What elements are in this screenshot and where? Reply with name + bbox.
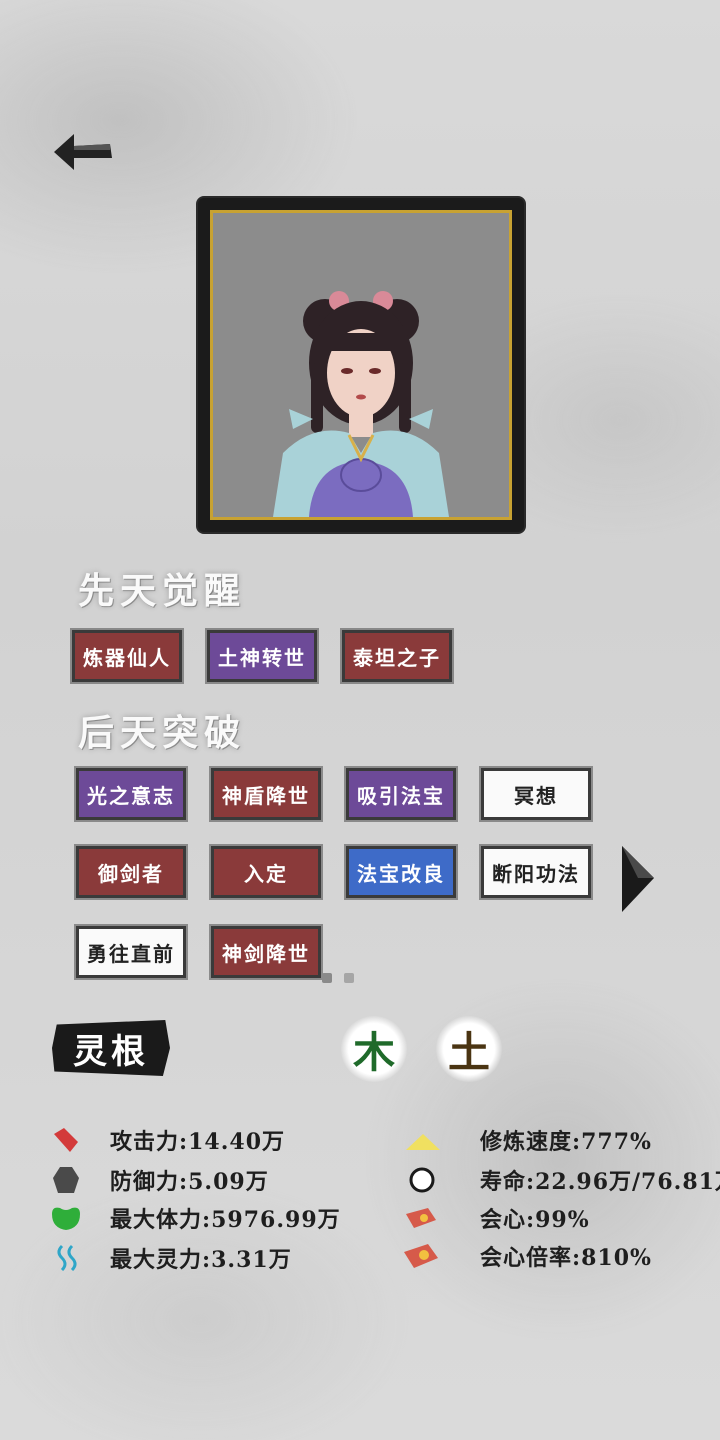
spirit-root-label: 灵根 xyxy=(52,1020,170,1076)
acquired-trait-button[interactable]: 吸引法宝 xyxy=(344,766,458,822)
next-arrow-icon xyxy=(622,846,654,912)
back-button[interactable] xyxy=(52,128,116,176)
acquired-trait-button[interactable]: 入定 xyxy=(209,844,323,900)
character-portrait-frame xyxy=(198,198,524,532)
acquired-trait-button[interactable]: 光之意志 xyxy=(74,766,188,822)
innate-awakening-title: 先天觉醒 xyxy=(78,570,247,612)
innate-trait-button[interactable]: 炼器仙人 xyxy=(70,628,184,684)
cultivation-speed-stat: 修炼速度:777% xyxy=(480,1129,652,1155)
page-indicator-dot-1 xyxy=(322,973,332,983)
acquired-trait-button[interactable]: 勇往直前 xyxy=(74,924,188,980)
acquired-trait-button[interactable]: 御剑者 xyxy=(74,844,188,900)
max-hp-icon xyxy=(50,1204,82,1232)
character-portrait xyxy=(210,210,512,520)
crit-multiplier-icon xyxy=(402,1240,440,1268)
acquired-trait-button[interactable]: 神盾降世 xyxy=(209,766,323,822)
acquired-trait-button[interactable]: 神剑降世 xyxy=(209,924,323,980)
crit-stat: 会心:99% xyxy=(480,1207,590,1233)
max-spirit-stat: 最大灵力:3.31万 xyxy=(110,1247,292,1273)
lifespan-icon xyxy=(408,1166,436,1194)
acquired-breakthrough-title: 后天突破 xyxy=(78,712,247,754)
page-indicator-dot-2 xyxy=(344,973,354,983)
element-wood-char: 木 xyxy=(352,1027,395,1077)
attack-icon xyxy=(52,1126,80,1154)
back-arrow-icon xyxy=(54,134,112,170)
max-hp-stat: 最大体力:5976.99万 xyxy=(110,1207,341,1233)
innate-trait-button[interactable]: 土神转世 xyxy=(205,628,319,684)
crit-multiplier-stat: 会心倍率:810% xyxy=(480,1245,652,1271)
crit-icon xyxy=(404,1204,438,1232)
acquired-trait-button[interactable]: 冥想 xyxy=(479,766,593,822)
max-spirit-icon xyxy=(54,1244,82,1272)
acquired-trait-button[interactable]: 法宝改良 xyxy=(344,844,458,900)
element-earth-char: 土 xyxy=(447,1027,490,1077)
acquired-trait-button[interactable]: 断阳功法 xyxy=(479,844,593,900)
defense-icon xyxy=(52,1166,80,1194)
next-page-button[interactable] xyxy=(618,844,658,914)
defense-stat: 防御力:5.09万 xyxy=(110,1169,269,1195)
cultivation-speed-icon xyxy=(404,1130,442,1158)
lifespan-stat: 寿命:22.96万/76.81万 xyxy=(480,1169,720,1195)
element-earth: 土 xyxy=(436,1016,502,1082)
innate-trait-button[interactable]: 泰坦之子 xyxy=(340,628,454,684)
attack-stat: 攻击力:14.40万 xyxy=(110,1129,286,1155)
element-wood: 木 xyxy=(341,1016,407,1082)
